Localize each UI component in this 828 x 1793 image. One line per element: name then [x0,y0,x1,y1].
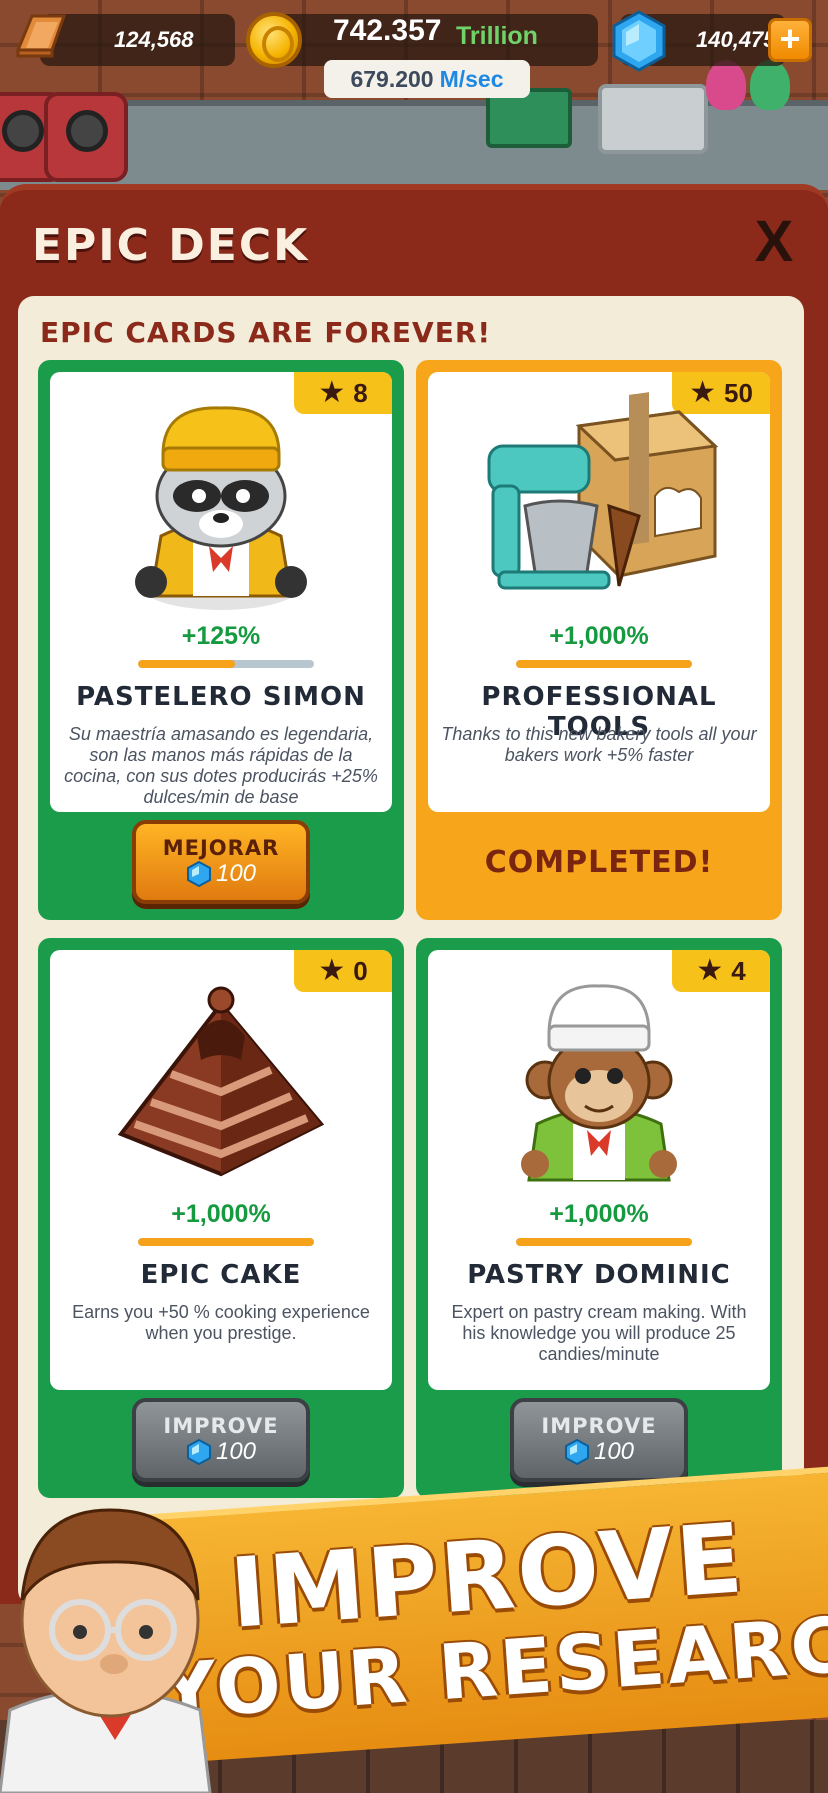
coins-value: 742.357 [333,14,442,47]
card-pastry-dominic[interactable]: ★ 4 +1,000% PASTRY DOMINIC Expert on pas… [416,938,782,1498]
monkey-chef-icon [521,984,677,1182]
bonus-percent: +1,000% [549,1200,649,1228]
card-face: ★ 50 +1,000% PROFESSIONAL TOOLS Thanks t… [428,372,770,812]
card-name: PASTRY DOMINIC [467,1260,731,1290]
epic-deck-panel: EPIC DECK X EPIC CARDS ARE FOREVER! ★ 8 [0,184,828,1606]
card-professional-tools[interactable]: ★ 50 +1,000% PROFESSIONAL TOOLS Thanks t… [416,360,782,920]
star-count: 0 [353,955,368,986]
card-footer: MEJORAR 100 [50,812,392,912]
buy-gems-button[interactable]: + [768,18,812,62]
card-epic-cake[interactable]: ★ 0 +1,000% EPIC CAKE Earns you +50 % co… [38,938,404,1498]
card-footer: COMPLETED! [428,812,770,912]
stove-decoration [44,92,128,182]
panel-content: EPIC CARDS ARE FOREVER! ★ 8 +125% PASTEL… [18,296,804,1606]
improve-cost-value: 100 [593,1438,635,1465]
card-face: ★ 0 +1,000% EPIC CAKE Earns you +50 % co… [50,950,392,1390]
bonus-percent: +1,000% [549,622,649,650]
bonus-percent: +125% [181,622,261,650]
rate-unit: M/sec [439,65,504,92]
progress-fill [138,1238,314,1246]
gem-icon [186,861,211,887]
gold-bar-icon [15,14,67,58]
resource-bar: 124,568 742.357 Trillion 679.200 M/sec 1… [0,0,828,100]
card-description: Expert on pastry cream making. With his … [451,1302,747,1364]
star-count: 50 [723,377,753,408]
progress-bar [138,660,314,668]
improve-label: IMPROVE [541,1414,657,1438]
close-button[interactable]: X [746,213,802,272]
coin-rate-display: 679.200 M/sec [324,60,530,98]
card-name: EPIC CAKE [140,1260,302,1290]
gems-value: 140,475 [696,27,776,52]
gold-bars-counter: 124,568 [40,14,235,66]
card-face: ★ 4 +1,000% PASTRY DOMINIC Expert on pas… [428,950,770,1390]
panel-subtitle: EPIC CARDS ARE FOREVER! [40,316,492,349]
scientist-character-icon [0,1508,212,1793]
upgrade-cost: 100 [186,860,256,888]
progress-bar [516,1238,692,1246]
bakery-tools-icon [487,392,719,590]
gem-icon [612,10,666,72]
upgrade-button[interactable]: MEJORAR 100 [132,820,310,904]
progress-fill [516,1238,692,1246]
progress-bar [138,1238,314,1246]
card-pastelero-simon[interactable]: ★ 8 +125% PASTELERO SIMON Su maestría am… [38,360,404,920]
coin-icon [246,12,302,68]
card-face: ★ 8 +125% PASTELERO SIMON Su maestría am… [50,372,392,812]
coins-unit: Trillion [456,22,538,50]
upgrade-label: MEJORAR [162,836,280,860]
gem-icon [564,1439,589,1465]
star-count: 4 [731,955,746,986]
card-description: Thanks to this new bakery tools all your… [441,724,757,765]
completed-label: COMPLETED! [484,844,714,880]
progress-fill [516,660,692,668]
pyramid-cake-icon [117,986,325,1177]
card-name: PASTELERO SIMON [76,682,366,712]
progress-fill [138,660,235,668]
star-count: 8 [353,377,368,408]
raccoon-chef-icon [135,406,307,610]
card-description: Earns you +50 % cooking experience when … [72,1302,370,1343]
panel-title: EPIC DECK [32,220,310,271]
improve-button[interactable]: IMPROVE 100 [510,1398,688,1482]
upgrade-cost-value: 100 [215,860,257,887]
card-description: Su maestría amasando es legendaria, son … [64,724,378,807]
improve-cost: 100 [564,1438,634,1466]
improve-label: IMPROVE [163,1414,279,1438]
progress-bar [516,660,692,668]
rate-value: 679.200 [350,65,434,92]
gold-bars-value: 124,568 [114,27,194,52]
bonus-percent: +1,000% [171,1200,271,1228]
